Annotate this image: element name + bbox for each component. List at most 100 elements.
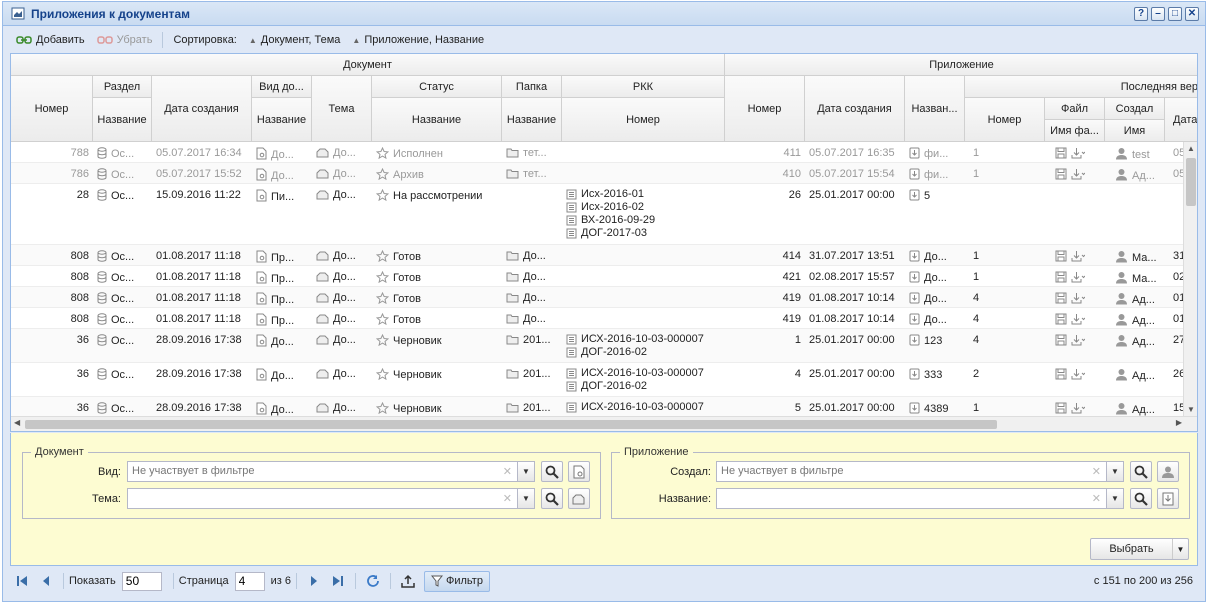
select-button[interactable]: Выбрать ▼ [1090,538,1189,560]
save-file-icon[interactable] [1055,368,1067,380]
minimize-button[interactable]: – [1151,7,1165,21]
header-doc-type-name[interactable]: Название [252,98,312,142]
scroll-left-icon[interactable]: ◀ [14,418,20,427]
table-row[interactable]: 36 Ос... 28.09.2016 17:38 До... До... Чернови… [11,329,1186,363]
type-open-button[interactable] [568,461,590,482]
table-row[interactable]: 36 Ос... 28.09.2016 17:38 До... До... Чернови… [11,397,1186,416]
created-by-search-button[interactable] [1130,461,1152,482]
chevron-down-icon[interactable]: ▼ [517,489,534,508]
download-icon[interactable] [1071,313,1085,325]
download-icon[interactable] [1071,168,1085,180]
filter-toggle-button[interactable]: Фильтр [424,570,490,592]
table-row[interactable]: 36 Ос... 28.09.2016 17:38 До... До... Чернови… [11,363,1186,397]
vertical-scroll-thumb[interactable] [1186,158,1196,206]
clear-icon[interactable]: ✕ [1092,465,1101,478]
download-icon[interactable] [1071,147,1085,159]
save-file-icon[interactable] [1055,292,1067,304]
registration-card-icon [566,381,577,392]
save-file-icon[interactable] [1055,147,1067,159]
table-row[interactable]: 788 Ос... 05.07.2017 16:34 До... До... Исполн… [11,142,1186,163]
header-att-date[interactable]: Дата создания [805,76,905,142]
table-row[interactable]: 28 Ос... 15.09.2016 11:22 Пи... До... На расс… [11,184,1186,245]
header-version-number[interactable]: Номер [965,98,1045,142]
page-size-input[interactable] [121,571,162,591]
name-combo[interactable]: ✕ ▼ [716,488,1124,509]
status-cell: Готов [372,245,502,265]
table-row[interactable]: 786 Ос... 05.07.2017 15:52 До... До... Архив т… [11,163,1186,184]
help-button[interactable]: ? [1134,7,1148,21]
chevron-down-icon[interactable]: ▼ [1172,539,1188,559]
search-icon [1134,465,1148,479]
status: На рассмотрении [393,190,483,202]
chevron-down-icon[interactable]: ▼ [1106,462,1123,481]
rkk-cell: ИСХ-2016-10-03-000007 [562,397,725,416]
name-attachment-button[interactable] [1157,488,1179,509]
header-creator-name[interactable]: Имя [1105,120,1165,142]
next-page-button[interactable] [304,571,324,591]
topic-open-button[interactable] [568,488,590,509]
header-version-date[interactable]: Дата [1165,98,1197,142]
topic-search-button[interactable] [541,488,563,509]
clear-icon[interactable]: ✕ [1092,492,1101,505]
header-created-date[interactable]: Дата создания [152,76,252,142]
add-button[interactable]: Добавить [10,34,91,46]
sort-document-topic[interactable]: ▲ Документ, Тема [243,34,347,46]
save-file-icon[interactable] [1055,402,1067,414]
header-att-name[interactable]: Назван... [905,76,965,142]
table-row[interactable]: 808 Ос... 01.08.2017 11:18 Пр... До... Готов Д… [11,266,1186,287]
export-button[interactable] [398,571,418,591]
chevron-down-icon[interactable]: ▼ [517,462,534,481]
save-file-icon[interactable] [1055,334,1067,346]
name-search-button[interactable] [1130,488,1152,509]
clear-icon[interactable]: ✕ [503,465,512,478]
refresh-button[interactable] [363,571,383,591]
created-date: 05.07.2017 16:34 [156,147,242,159]
page-number-input[interactable] [234,571,265,591]
topic-combo[interactable]: ✕ ▼ [127,488,535,509]
table-row[interactable]: 808 Ос... 01.08.2017 11:18 Пр... До... Готов Д… [11,287,1186,308]
clear-icon[interactable]: ✕ [503,492,512,505]
header-status-name[interactable]: Название [372,98,502,142]
att-number: 1 [794,334,801,346]
table-row[interactable]: 808 Ос... 01.08.2017 11:18 Пр... До... Готов Д… [11,245,1186,266]
download-icon[interactable] [1071,402,1085,414]
chevron-down-icon[interactable]: ▼ [1106,489,1123,508]
save-file-icon[interactable] [1055,313,1067,325]
download-icon[interactable] [1071,271,1085,283]
header-number[interactable]: Номер [11,76,93,142]
created-date-cell: 28.09.2016 17:38 [152,329,252,362]
header-file-name[interactable]: Имя фа... [1045,120,1105,142]
download-icon[interactable] [1071,292,1085,304]
remove-button[interactable]: Убрать [91,34,159,46]
header-topic[interactable]: Тема [312,76,372,142]
scroll-down-icon[interactable]: ▼ [1187,405,1195,414]
horizontal-scroll-thumb[interactable] [25,420,997,429]
last-page-button[interactable] [328,571,348,591]
sort-attachment-name[interactable]: ▲ Приложение, Название [346,34,490,46]
header-rkk-number[interactable]: Номер [562,98,725,142]
scroll-up-icon[interactable]: ▲ [1187,144,1195,153]
header-section-name[interactable]: Название [93,98,152,142]
save-file-icon[interactable] [1055,250,1067,262]
download-icon[interactable] [1071,368,1085,380]
save-file-icon[interactable] [1055,168,1067,180]
maximize-button[interactable]: □ [1168,7,1182,21]
download-icon[interactable] [1071,334,1085,346]
topic-icon [316,293,329,303]
created-by-user-button[interactable] [1157,461,1179,482]
prev-page-button[interactable] [36,571,56,591]
first-page-button[interactable] [12,571,32,591]
creator-cell: Ад... [1105,308,1165,328]
type-search-button[interactable] [541,461,563,482]
created-by-combo[interactable]: Не участвует в фильтре ✕ ▼ [716,461,1124,482]
save-file-icon[interactable] [1055,271,1067,283]
scroll-right-icon[interactable]: ▶ [1176,418,1182,427]
table-row[interactable]: 808 Ос... 01.08.2017 11:18 Пр... До... Готов Д… [11,308,1186,329]
close-button[interactable]: ✕ [1185,7,1199,21]
header-att-number[interactable]: Номер [725,76,805,142]
download-icon[interactable] [1071,250,1085,262]
type-combo[interactable]: Не участвует в фильтре ✕ ▼ [127,461,535,482]
header-folder-name[interactable]: Название [502,98,562,142]
vertical-scrollbar[interactable]: ▲ ▼ [1183,142,1197,416]
horizontal-scrollbar[interactable]: ◀ ▶ [11,416,1197,431]
